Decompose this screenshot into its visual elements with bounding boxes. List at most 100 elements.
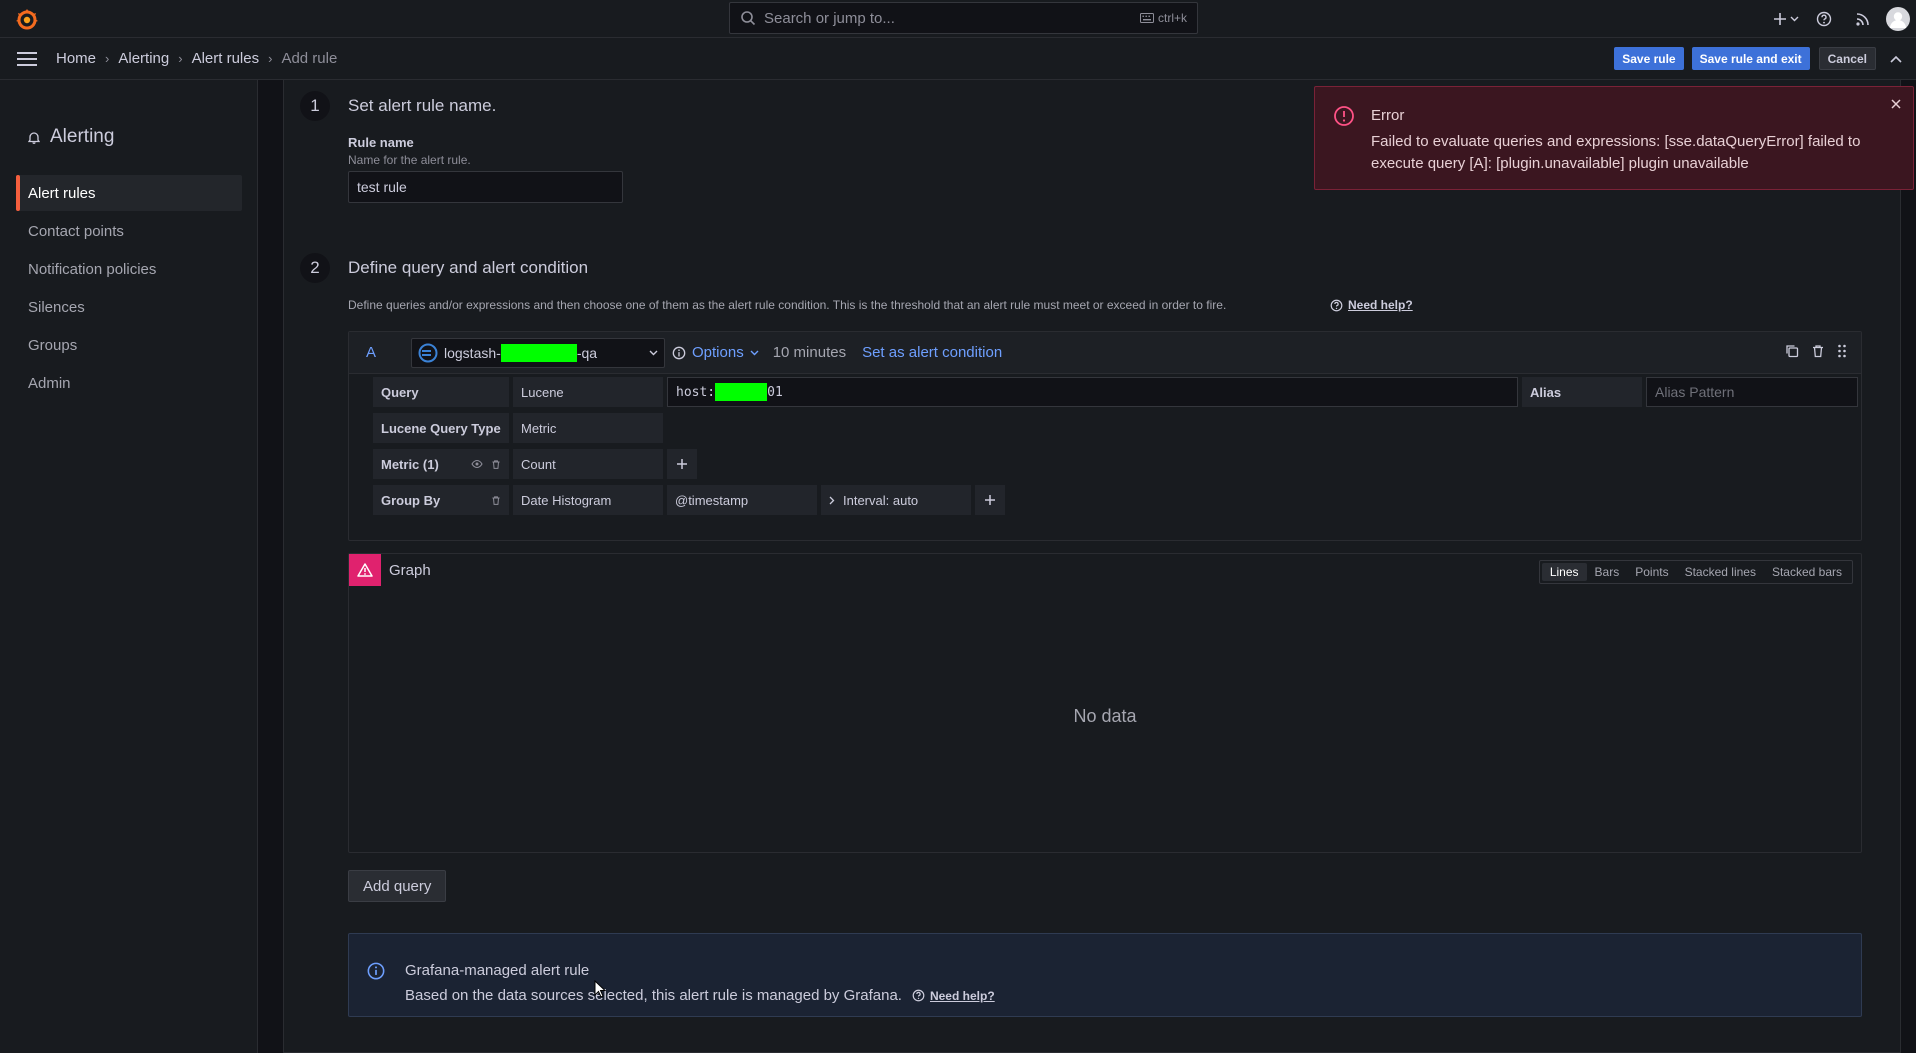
viz-option-points[interactable]: Points bbox=[1627, 563, 1676, 581]
chevron-down-icon bbox=[649, 350, 658, 356]
datasource-picker[interactable]: logstash- -qa bbox=[411, 338, 665, 368]
close-icon[interactable] bbox=[1891, 99, 1901, 109]
menu-icon[interactable] bbox=[16, 50, 38, 68]
rss-icon[interactable] bbox=[1844, 12, 1880, 27]
cancel-button[interactable]: Cancel bbox=[1818, 47, 1876, 70]
alias-label: Alias bbox=[1522, 377, 1642, 407]
interval-toggle[interactable]: Interval: auto bbox=[821, 485, 971, 515]
breadcrumb-alert-rules[interactable]: Alert rules bbox=[192, 50, 260, 67]
sidebar-item-groups[interactable]: Groups bbox=[16, 327, 242, 363]
trash-icon[interactable] bbox=[491, 495, 501, 506]
chevron-right-icon: › bbox=[105, 51, 110, 66]
graph-title: Graph bbox=[389, 562, 431, 579]
datasource-name-suffix: -qa bbox=[576, 345, 598, 361]
graph-preview-panel: Graph Lines Bars Points Stacked lines St… bbox=[348, 553, 1862, 853]
sidebar-item-alert-rules[interactable]: Alert rules bbox=[16, 175, 242, 211]
chevron-right-icon: › bbox=[178, 51, 183, 66]
breadcrumb-add-rule: Add rule bbox=[281, 50, 338, 67]
query-input[interactable]: host: 01 bbox=[667, 377, 1518, 407]
datasource-name: logstash- -qa bbox=[444, 344, 597, 362]
header-actions: Save rule Save rule and exit Cancel bbox=[1614, 47, 1916, 70]
query-header-actions bbox=[1785, 344, 1847, 358]
copy-icon[interactable] bbox=[1785, 344, 1799, 358]
datasource-name-prefix: logstash- bbox=[444, 345, 501, 361]
sidebar-item-contact-points[interactable]: Contact points bbox=[16, 213, 242, 249]
need-help-link[interactable]: Need help? bbox=[912, 989, 995, 1003]
metric-type-select[interactable]: Count bbox=[513, 449, 663, 479]
sidebar-item-admin[interactable]: Admin bbox=[16, 365, 242, 401]
info-body-text: Based on the data sources selected, this… bbox=[405, 987, 902, 1004]
rule-name-input[interactable]: test rule bbox=[348, 171, 623, 203]
interval-label: Interval: auto bbox=[843, 492, 919, 508]
top-bar: Search or jump to... ctrl+k bbox=[0, 0, 1916, 38]
add-query-button[interactable]: Add query bbox=[348, 870, 447, 902]
bell-icon bbox=[28, 131, 40, 144]
set-alert-condition-button[interactable]: Set as alert condition bbox=[862, 344, 1002, 361]
viz-option-bars[interactable]: Bars bbox=[1587, 563, 1628, 581]
help-icon[interactable] bbox=[1804, 11, 1844, 27]
step-title: Define query and alert condition bbox=[348, 258, 589, 277]
plus-icon bbox=[1773, 12, 1787, 26]
query-header: A logstash- -qa Options 10 minutes Set a… bbox=[349, 332, 1861, 374]
plus-icon bbox=[984, 494, 996, 506]
info-icon bbox=[367, 962, 385, 980]
viz-option-stacked-bars[interactable]: Stacked bars bbox=[1764, 563, 1850, 581]
error-icon bbox=[1333, 105, 1355, 127]
search-bar[interactable]: Search or jump to... ctrl+k bbox=[729, 2, 1198, 34]
lucene-query-type-label: Lucene Query Type bbox=[373, 413, 509, 443]
query-type-select[interactable]: Lucene bbox=[513, 377, 663, 407]
breadcrumb-home[interactable]: Home bbox=[56, 50, 96, 67]
metric-label-text: Metric (1) bbox=[381, 456, 439, 472]
chevron-down-icon bbox=[1790, 16, 1799, 22]
query-text-suffix: 01 bbox=[767, 384, 783, 400]
search-icon bbox=[740, 10, 756, 26]
query-ref-id[interactable]: A bbox=[366, 344, 376, 361]
sidebar-title-text: Alerting bbox=[50, 126, 115, 147]
options-toggle[interactable]: Options bbox=[692, 344, 744, 361]
metric-label: Metric (1) bbox=[373, 449, 509, 479]
add-group-by-button[interactable] bbox=[975, 485, 1005, 515]
group-by-label: Group By bbox=[373, 485, 509, 515]
alias-input[interactable]: Alias Pattern bbox=[1646, 377, 1858, 407]
trash-icon[interactable] bbox=[1811, 344, 1825, 358]
group-by-field-select[interactable]: @timestamp bbox=[667, 485, 817, 515]
rule-name-label: Rule name bbox=[348, 135, 414, 150]
search-placeholder: Search or jump to... bbox=[764, 9, 895, 27]
info-body: Based on the data sources selected, this… bbox=[405, 987, 995, 1004]
new-menu-button[interactable] bbox=[1768, 12, 1804, 26]
redacted-block bbox=[500, 344, 577, 362]
viz-option-lines[interactable]: Lines bbox=[1541, 563, 1587, 581]
error-toast: Error Failed to evaluate queries and exp… bbox=[1314, 86, 1914, 190]
save-rule-button[interactable]: Save rule bbox=[1614, 47, 1684, 70]
chevron-right-icon: › bbox=[268, 51, 273, 66]
group-by-type-select[interactable]: Date Histogram bbox=[513, 485, 663, 515]
help-icon bbox=[1330, 299, 1343, 312]
viz-option-stacked-lines[interactable]: Stacked lines bbox=[1677, 563, 1764, 581]
save-rule-exit-button[interactable]: Save rule and exit bbox=[1691, 47, 1810, 70]
sidebar-item-silences[interactable]: Silences bbox=[16, 289, 242, 325]
shortcut-label: ctrl+k bbox=[1157, 11, 1187, 25]
redacted-block bbox=[715, 383, 768, 401]
sidebar-item-notification-policies[interactable]: Notification policies bbox=[16, 251, 242, 287]
toast-title: Error bbox=[1371, 107, 1405, 124]
lucene-query-type-select[interactable]: Metric bbox=[513, 413, 663, 443]
keyboard-icon bbox=[1139, 13, 1154, 23]
metric-actions bbox=[471, 459, 501, 470]
sidebar: Alerting Alert rules Contact points Noti… bbox=[0, 80, 258, 1053]
user-avatar-icon[interactable] bbox=[1880, 7, 1916, 31]
add-metric-button[interactable] bbox=[667, 449, 697, 479]
warning-icon[interactable] bbox=[349, 554, 381, 586]
rule-name-description: Name for the alert rule. bbox=[348, 153, 471, 167]
info-icon bbox=[672, 346, 686, 360]
query-text-prefix: host: bbox=[676, 384, 716, 400]
breadcrumb-alerting[interactable]: Alerting bbox=[118, 50, 169, 67]
eye-icon[interactable] bbox=[471, 459, 483, 470]
grafana-logo-icon[interactable] bbox=[14, 7, 40, 31]
collapse-header-icon[interactable] bbox=[1876, 55, 1916, 63]
trash-icon[interactable] bbox=[491, 459, 501, 470]
drag-handle-icon[interactable] bbox=[1837, 344, 1847, 358]
need-help-link[interactable]: Need help? bbox=[1330, 298, 1413, 312]
step-title: Set alert rule name. bbox=[348, 96, 497, 115]
info-title: Grafana-managed alert rule bbox=[405, 962, 590, 979]
step-number: 1 bbox=[300, 91, 330, 121]
